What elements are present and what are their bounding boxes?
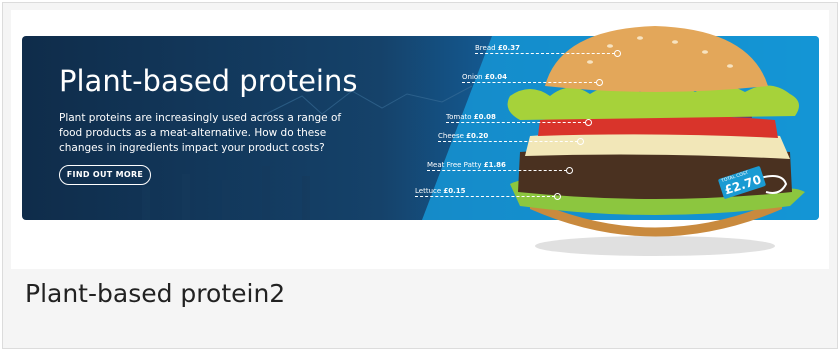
burger-image [490,24,811,262]
ingredient-label-onion: Onion £0.04 [462,72,603,86]
find-out-more-button[interactable]: FIND OUT MORE [59,165,151,185]
banner-title: Plant-based proteins [59,64,358,98]
banner-description: Plant proteins are increasingly used acr… [59,112,342,154]
ingredient-label-patty: Meat Free Patty £1.86 [427,160,573,174]
image-preview[interactable]: Plant-based proteins Plant proteins are … [11,10,829,269]
image-card[interactable]: Plant-based proteins Plant proteins are … [2,2,838,349]
ingredient-label-cheese: Cheese £0.20 [438,131,584,145]
image-caption: Plant-based protein2 [25,279,286,308]
ingredient-label-bread: Bread £0.37 [475,43,621,57]
ingredient-label-tomato: Tomato £0.08 [446,112,592,126]
ingredient-label-lettuce: Lettuce £0.15 [415,186,561,200]
